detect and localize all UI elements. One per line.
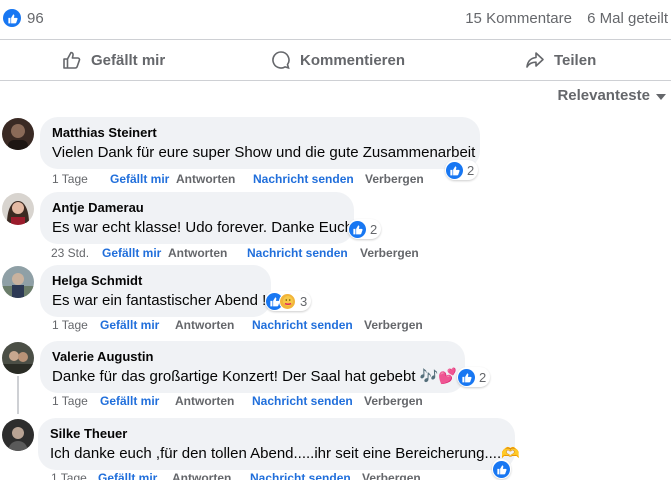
comment-reply-link[interactable]: Antworten bbox=[172, 471, 250, 480]
care-reaction-icon bbox=[279, 292, 296, 310]
comment-like-link[interactable]: Gefällt mir bbox=[110, 172, 176, 186]
comment-bubble: Valerie Augustin Danke für das großartig… bbox=[40, 341, 465, 393]
like-reaction-icon bbox=[446, 161, 463, 179]
send-message-link[interactable]: Nachricht senden bbox=[247, 246, 360, 260]
comment-text: Vielen Dank für eure super Show und die … bbox=[52, 144, 476, 161]
comment-button-label: Kommentieren bbox=[300, 51, 406, 69]
comment-author[interactable]: Helga Schmidt bbox=[52, 273, 259, 289]
share-arrow-icon bbox=[526, 52, 544, 68]
comment-actions: 1 Tage Gefällt mir Antworten Nachricht send… bbox=[52, 172, 424, 186]
sort-dropdown[interactable]: Relevanteste bbox=[557, 87, 666, 104]
comment-reply-link[interactable]: Antworten bbox=[176, 172, 253, 186]
sort-label: Relevanteste bbox=[557, 87, 650, 104]
send-message-link[interactable]: Nachricht senden bbox=[252, 318, 364, 332]
comment-author[interactable]: Matthias Steinert bbox=[52, 125, 468, 141]
comment-author[interactable]: Silke Theuer bbox=[50, 426, 503, 442]
comment-time[interactable]: 1 Tage bbox=[52, 172, 110, 186]
avatar[interactable] bbox=[2, 118, 34, 150]
like-count[interactable]: 96 bbox=[27, 10, 44, 27]
like-reaction-icon[interactable] bbox=[3, 9, 21, 27]
speech-bubble-icon bbox=[272, 51, 290, 70]
shares-count[interactable]: 6 Mal geteilt bbox=[587, 10, 668, 27]
reaction-count: 2 bbox=[467, 162, 475, 178]
reaction-summary[interactable]: 2 bbox=[445, 160, 479, 180]
like-button-label: Gefällt mir bbox=[91, 51, 166, 69]
comment-reply-link[interactable]: Antworten bbox=[175, 318, 252, 332]
reaction-count: 2 bbox=[479, 369, 487, 385]
comment-text: Ich danke euch ,für den tollen Abend....… bbox=[50, 445, 520, 462]
comment-reply-link[interactable]: Antworten bbox=[175, 394, 252, 408]
comment-author[interactable]: Valerie Augustin bbox=[52, 349, 453, 365]
comment-bubble: Matthias Steinert Vielen Dank für eure s… bbox=[40, 117, 480, 169]
comment-text: Es war ein fantastischer Abend ! bbox=[52, 292, 267, 309]
reaction-count: 2 bbox=[370, 221, 378, 237]
comment-actions: 23 Std. Gefällt mir Antworten Nachricht sen… bbox=[51, 246, 419, 260]
comment-time[interactable]: 1 Tage bbox=[52, 318, 100, 332]
comment-actions: 1 Tage Gefällt mir Antworten Nachricht send… bbox=[52, 394, 423, 408]
send-message-link[interactable]: Nachricht senden bbox=[250, 471, 362, 480]
reaction-summary[interactable] bbox=[492, 459, 511, 479]
comment-button[interactable]: Kommentieren bbox=[271, 40, 671, 80]
hide-comment-link[interactable]: Verbergen bbox=[364, 318, 423, 332]
comment-like-link[interactable]: Gefällt mir bbox=[98, 471, 172, 480]
comment-text: Es war echt klasse! Udo forever. Danke E… bbox=[52, 219, 358, 236]
comment-bubble: Silke Theuer Ich danke euch ,für den tol… bbox=[38, 418, 520, 470]
avatar[interactable] bbox=[2, 342, 34, 374]
hide-comment-link[interactable]: Verbergen bbox=[365, 172, 424, 186]
reaction-summary[interactable]: 3 bbox=[265, 291, 312, 311]
like-reaction-icon bbox=[493, 460, 510, 478]
reaction-summary[interactable]: 2 bbox=[457, 367, 491, 387]
action-bar: Gefällt mir Kommentieren Teilen bbox=[0, 39, 671, 81]
like-button[interactable]: Gefällt mir bbox=[62, 40, 165, 80]
comment-text: Danke für das großartige Konzert! Der Sa… bbox=[52, 368, 458, 385]
avatar[interactable] bbox=[2, 419, 34, 451]
avatar[interactable] bbox=[2, 266, 34, 298]
hide-comment-link[interactable]: Verbergen bbox=[364, 394, 423, 408]
avatar[interactable] bbox=[2, 193, 34, 225]
comment-reply-link[interactable]: Antworten bbox=[168, 246, 247, 260]
send-message-link[interactable]: Nachricht senden bbox=[253, 172, 365, 186]
send-message-link[interactable]: Nachricht senden bbox=[252, 394, 364, 408]
reaction-summary[interactable]: 2 bbox=[348, 219, 382, 239]
comment-time[interactable]: 1 Tage bbox=[52, 394, 100, 408]
share-button-label: Teilen bbox=[554, 51, 597, 69]
comment-bubble: Helga Schmidt Es war ein fantastischer A… bbox=[40, 265, 271, 317]
caret-down-icon bbox=[656, 93, 666, 100]
comment-author[interactable]: Antje Damerau bbox=[52, 200, 342, 216]
comment-time[interactable]: 23 Std. bbox=[51, 246, 102, 260]
comment-like-link[interactable]: Gefällt mir bbox=[100, 318, 175, 332]
comment-like-link[interactable]: Gefällt mir bbox=[102, 246, 168, 260]
share-button[interactable]: Teilen bbox=[525, 40, 596, 80]
comment-bubble: Antje Damerau Es war echt klasse! Udo fo… bbox=[40, 192, 358, 244]
comment-actions: 1 Tage Gefällt mir Antworten Nachricht send… bbox=[51, 471, 421, 480]
hide-comment-link[interactable]: Verbergen bbox=[360, 246, 419, 260]
reaction-count: 3 bbox=[300, 293, 308, 309]
comments-count[interactable]: 15 Kommentare bbox=[465, 10, 572, 27]
comment-actions: 1 Tage Gefällt mir Antworten Nachricht send… bbox=[52, 318, 423, 332]
comment-time[interactable]: 1 Tage bbox=[51, 471, 98, 480]
thumbs-up-icon bbox=[63, 51, 81, 69]
thread-line bbox=[17, 376, 19, 414]
like-reaction-icon bbox=[458, 368, 475, 386]
like-reaction-icon bbox=[349, 220, 366, 238]
comment-like-link[interactable]: Gefällt mir bbox=[100, 394, 175, 408]
post-stats: 96 15 Kommentare 6 Mal geteilt bbox=[0, 0, 671, 38]
hide-comment-link[interactable]: Verbergen bbox=[362, 471, 421, 480]
